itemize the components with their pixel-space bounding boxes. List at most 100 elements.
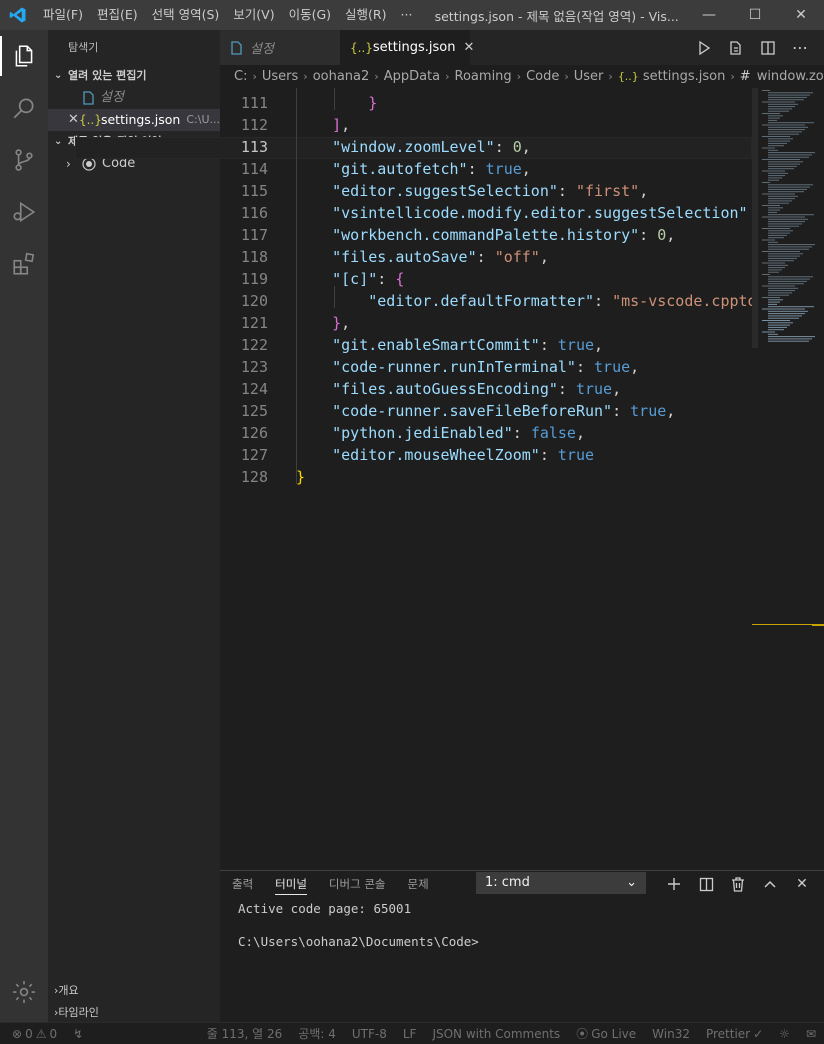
minimap-line: [768, 122, 814, 124]
breadcrumb-item[interactable]: settings.json: [643, 69, 726, 84]
open-editor-settings-json[interactable]: ✕ {..} settings.json C:\U...: [48, 109, 220, 131]
code-token: true: [575, 380, 613, 398]
close-icon[interactable]: ✕: [68, 109, 79, 131]
code-token: "first": [575, 182, 640, 200]
problems-status[interactable]: ⊗ 0 ⚠ 0: [0, 1027, 65, 1041]
platform[interactable]: Win32: [644, 1027, 698, 1041]
activity-bar: [0, 30, 48, 1022]
breadcrumb-item[interactable]: oohana2: [313, 69, 370, 84]
code-text: "files.autoGuessEncoding": true,: [296, 378, 621, 400]
minimap-line: [768, 322, 793, 324]
settings-gear-icon[interactable]: [0, 966, 48, 1018]
close-panel-icon[interactable]: ✕: [786, 871, 818, 897]
end-of-line[interactable]: LF: [395, 1027, 425, 1041]
breadcrumb-item[interactable]: AppData: [384, 69, 440, 84]
code-token: 0: [512, 138, 522, 156]
maximize-icon[interactable]: ☐: [732, 0, 778, 30]
breadcrumb-item[interactable]: Code: [526, 69, 559, 84]
panel-tab[interactable]: 터미널: [275, 871, 307, 897]
terminal-select[interactable]: 1: cmd ⌄: [476, 872, 646, 894]
minimap-line: [768, 188, 807, 190]
run-debug-icon[interactable]: [0, 186, 48, 238]
indentation[interactable]: 공백: 4: [290, 1025, 344, 1042]
encoding[interactable]: UTF-8: [344, 1027, 395, 1041]
minimap-line: [768, 152, 815, 154]
menu-item[interactable]: 파일(F): [36, 0, 90, 30]
tab-settings-json[interactable]: {..} settings.json ✕: [340, 30, 474, 65]
breadcrumb-item[interactable]: User: [574, 69, 604, 84]
open-editors-label: 열려 있는 편집기: [68, 69, 147, 82]
more-actions-icon[interactable]: ⋯: [784, 30, 816, 65]
vscode-logo-icon[interactable]: [0, 0, 36, 30]
code-text: "window.zoomLevel": 0,: [296, 136, 531, 158]
close-window-icon[interactable]: ✕: [778, 0, 824, 30]
code-line: 122 "git.enableSmartCommit": true,: [220, 334, 752, 356]
go-live-button[interactable]: ⦿ Go Live: [568, 1025, 644, 1042]
code-token: :: [512, 424, 531, 442]
breadcrumb-item[interactable]: C:: [234, 69, 247, 84]
code-text: "code-runner.runInTerminal": true,: [296, 356, 639, 378]
menu-item[interactable]: 편집(E): [90, 0, 145, 30]
timeline-section[interactable]: › 타임라인: [48, 1002, 220, 1024]
search-icon[interactable]: [0, 82, 48, 134]
terminal-prompt[interactable]: C:\Users\oohana2\Documents\Code>: [238, 934, 479, 949]
code-token: false: [530, 424, 576, 442]
minimap-line: [768, 292, 792, 294]
feedback-icon[interactable]: ☼: [771, 1027, 798, 1041]
breadcrumb-item[interactable]: Users: [262, 69, 298, 84]
menu-item[interactable]: 보기(V): [226, 0, 281, 30]
maximize-panel-icon[interactable]: [754, 871, 786, 897]
split-terminal-icon[interactable]: [690, 871, 722, 897]
tab-settings[interactable]: 설정: [220, 30, 340, 65]
chevron-down-icon: ⌄: [54, 136, 63, 147]
code-text: "git.autofetch": true,: [296, 158, 531, 180]
warning-icon: ⚠: [35, 1026, 47, 1041]
menu-item[interactable]: ···: [394, 0, 420, 30]
new-terminal-icon[interactable]: [658, 871, 690, 897]
split-editor-icon[interactable]: [752, 30, 784, 65]
minimap-line: [768, 99, 804, 101]
prettier-status[interactable]: Prettier ✓: [698, 1027, 771, 1041]
open-editor-settings[interactable]: 설정: [48, 87, 220, 109]
panel-tab[interactable]: 디버그 콘솔: [329, 871, 386, 897]
number-sign-icon: #: [739, 68, 751, 84]
minimap[interactable]: [752, 88, 824, 870]
minimap-line: [762, 147, 775, 149]
extensions-icon[interactable]: [0, 238, 48, 290]
outline-section[interactable]: › 개요: [48, 980, 220, 1002]
minimap-line: [768, 294, 789, 296]
explorer-icon[interactable]: [0, 30, 48, 82]
minimap-line: [768, 232, 790, 234]
cursor-position[interactable]: 줄 113, 열 26: [199, 1025, 291, 1042]
minimap-line: [768, 329, 784, 331]
breadcrumb-item[interactable]: Roaming: [455, 69, 512, 84]
menu-item[interactable]: 실행(R): [338, 0, 393, 30]
code-token: ,: [639, 182, 649, 200]
trash-icon[interactable]: [722, 871, 754, 897]
notifications-icon[interactable]: ✉: [798, 1027, 824, 1041]
remote-icon[interactable]: ↯: [65, 1027, 91, 1041]
menu-item[interactable]: 선택 영역(S): [145, 0, 227, 30]
open-settings-ui-icon[interactable]: [720, 30, 752, 65]
breadcrumb-item[interactable]: window.zoomLev...: [757, 69, 824, 84]
minimap-line: [768, 209, 780, 211]
minimap-line: [768, 315, 802, 317]
panel-tab[interactable]: 문제: [407, 871, 428, 897]
minimize-icon[interactable]: —: [686, 0, 732, 30]
run-icon[interactable]: [688, 30, 720, 65]
code-token: ,: [612, 380, 622, 398]
panel-tab[interactable]: 출력: [232, 871, 253, 897]
line-number: 128: [240, 468, 268, 486]
open-editors-section[interactable]: ⌄ 열려 있는 편집기: [48, 65, 220, 87]
language-mode[interactable]: JSON with Comments: [424, 1027, 568, 1041]
root-folder-icon: [82, 157, 102, 171]
code-text: "[c]": {: [296, 268, 404, 290]
source-control-icon[interactable]: [0, 134, 48, 186]
menu-item[interactable]: 이동(G): [282, 0, 338, 30]
code-editor[interactable]: 111 } 112 ], 113 "window.zoomLevel": 0, 114…: [220, 88, 752, 870]
minimap-line: [762, 90, 770, 91]
